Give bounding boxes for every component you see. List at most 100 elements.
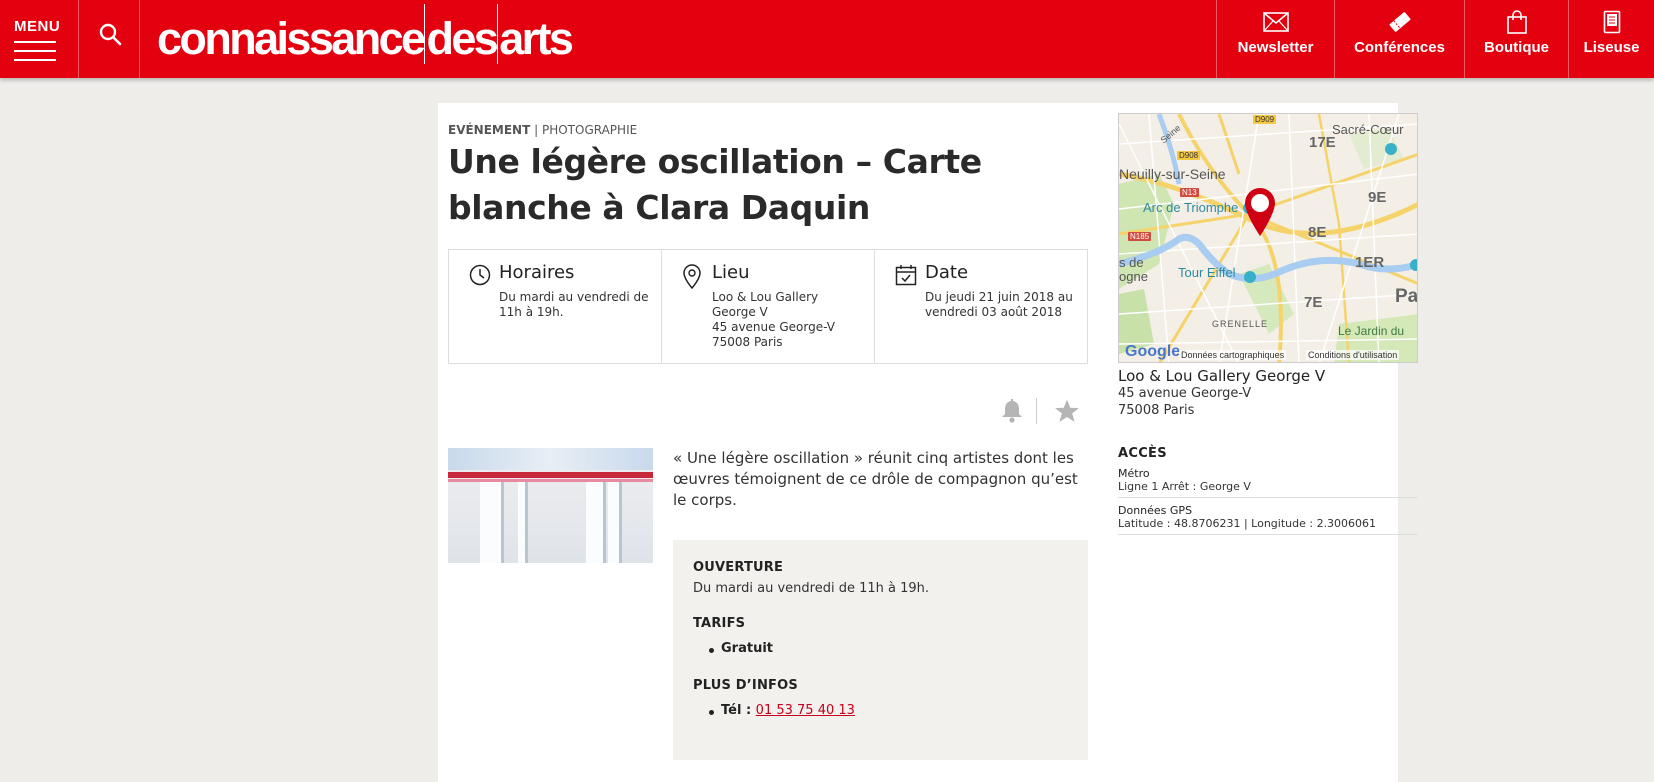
- lieu-line: 45 avenue George-V: [712, 320, 835, 334]
- image-red-stripe: [448, 472, 653, 478]
- ouverture-heading: OUVERTURE: [693, 560, 784, 575]
- category-link[interactable]: EVÉNEMENT: [448, 123, 530, 137]
- star-icon[interactable]: [1054, 398, 1080, 424]
- event-card: EVÉNEMENT | PHOTOGRAPHIE Une légère osci…: [438, 103, 1418, 782]
- hamburger-line: [14, 50, 56, 52]
- hamburger-line: [14, 41, 56, 43]
- breadcrumb: EVÉNEMENT | PHOTOGRAPHIE: [448, 123, 638, 137]
- nav-liseuse[interactable]: Liseuse: [1568, 0, 1654, 78]
- shopping-bag-icon: [1506, 10, 1527, 34]
- map-label: 9E: [1368, 189, 1387, 206]
- road-shield: N185: [1128, 232, 1152, 241]
- nav-conferences-label: Conférences: [1354, 39, 1445, 56]
- lieu-value: Loo & Lou Gallery George V 45 avenue Geo…: [712, 290, 862, 350]
- map-label: s de ogne: [1119, 255, 1148, 284]
- metro-value: Ligne 1 Arrêt : George V: [1118, 480, 1251, 493]
- map-label: Pa: [1395, 286, 1418, 307]
- venue-city: 75008 Paris: [1118, 403, 1195, 418]
- map-label: 8E: [1308, 224, 1327, 241]
- search-button[interactable]: [79, 0, 140, 78]
- menu-button[interactable]: MENU: [0, 0, 79, 78]
- event-description: « Une légère oscillation » réunit cinq a…: [673, 449, 1078, 509]
- venue-block: Loo & Lou Gallery George V 45 avenue Geo…: [1118, 367, 1418, 419]
- image-sky: [448, 448, 653, 470]
- nav-newsletter[interactable]: Newsletter: [1216, 0, 1334, 78]
- menu-label: MENU: [14, 18, 61, 35]
- phone-label: Tél :: [721, 703, 752, 718]
- ereader-icon: [1603, 10, 1620, 34]
- info-lieu: Lieu Loo & Lou Gallery George V 45 avenu…: [662, 250, 875, 363]
- date-value: Du jeudi 21 juin 2018 au vendredi 03 aoû…: [925, 290, 1075, 320]
- image-pillar: [480, 482, 504, 563]
- map-label: 17E: [1309, 134, 1336, 151]
- map-footer: Google Données cartographiques Condition…: [1119, 343, 1417, 362]
- venue-name[interactable]: Loo & Lou Gallery George V: [1118, 367, 1418, 385]
- ouverture-value: Du mardi au vendredi de 11h à 19h.: [693, 581, 930, 596]
- horaires-value: Du mardi au vendredi de 11h à 19h.: [499, 290, 649, 319]
- logo-divider: [497, 4, 499, 64]
- lieu-line: George V: [712, 305, 768, 319]
- image-pillar: [608, 482, 622, 563]
- hamburger-line: [14, 59, 56, 61]
- event-actions: [988, 396, 1088, 426]
- map-label: GRENELLE: [1212, 319, 1269, 329]
- search-icon: [99, 23, 122, 46]
- subcategory-link[interactable]: PHOTOGRAPHIE: [542, 123, 637, 137]
- image-pillar: [586, 482, 606, 563]
- logo-divider: [424, 4, 426, 64]
- info-date: Date Du jeudi 21 juin 2018 au vendredi 0…: [875, 250, 1087, 363]
- page-title: Une légère oscillation – Carte blanche à…: [448, 142, 982, 227]
- horaires-heading: Horaires: [499, 262, 575, 283]
- date-line: Du jeudi 21 juin 2018 au: [925, 290, 1073, 304]
- clock-icon: [469, 264, 491, 286]
- tarifs-list: Gratuit: [693, 641, 1068, 656]
- road-shield: N13: [1180, 188, 1199, 197]
- logo-word-arts: arts: [499, 13, 574, 64]
- map-label: Arc de Triomphe: [1143, 200, 1239, 215]
- logo-word-des: des: [426, 13, 498, 64]
- phone-link[interactable]: 01 53 75 40 13: [756, 703, 855, 718]
- image-pillar: [518, 482, 528, 563]
- bell-icon[interactable]: [1000, 398, 1024, 424]
- gps-value: Latitude : 48.8706231 | Longitude : 2.30…: [1118, 517, 1377, 530]
- road-shield: D908: [1177, 151, 1201, 160]
- location-pin-icon: [683, 264, 701, 290]
- map-data-link[interactable]: Données cartographiques: [1179, 350, 1287, 360]
- tarifs-heading: TARIFS: [693, 616, 746, 631]
- venue-address: 45 avenue George-V: [1118, 386, 1252, 401]
- gps-label: Données GPS: [1118, 504, 1193, 517]
- map-marker-icon: [1245, 188, 1275, 236]
- phone-item: Tél : 01 53 75 40 13: [693, 703, 1068, 718]
- event-image: [448, 448, 653, 563]
- map-terms-link[interactable]: Conditions d'utilisation: [1306, 350, 1400, 360]
- lieu-line: 75008 Paris: [712, 335, 783, 349]
- date-heading: Date: [925, 262, 969, 283]
- nav-conferences[interactable]: Conférences: [1334, 0, 1464, 78]
- map-label: Neuilly-sur-Seine: [1119, 166, 1226, 182]
- calendar-icon: [895, 265, 917, 286]
- logo-word-connaissance: connaissance: [157, 13, 426, 64]
- date-line: vendredi 03 août 2018: [925, 305, 1062, 319]
- nav-liseuse-label: Liseuse: [1583, 39, 1640, 56]
- map-label: 1ER: [1355, 254, 1385, 271]
- practical-info-box: OUVERTURE Du mardi au vendredi de 11h à …: [673, 540, 1088, 760]
- map-label: Le Jardin du: [1338, 324, 1405, 338]
- envelope-icon: [1262, 12, 1289, 32]
- acces-heading: ACCÈS: [1118, 446, 1167, 461]
- map-label: 7E: [1304, 294, 1323, 311]
- google-logo: Google: [1125, 343, 1181, 360]
- event-info-box: Horaires Du mardi au vendredi de 11h à 1…: [448, 249, 1088, 364]
- infos-list: Tél : 01 53 75 40 13: [693, 703, 1068, 718]
- site-header: MENU connaissancedesarts Newsletter Conf…: [0, 0, 1654, 78]
- lieu-heading: Lieu: [712, 262, 750, 283]
- nav-newsletter-label: Newsletter: [1237, 39, 1314, 56]
- nav-boutique[interactable]: Boutique: [1464, 0, 1568, 78]
- access-block: ACCÈS Métro Ligne 1 Arrêt : George V Don…: [1118, 446, 1418, 535]
- gps-row: Données GPS Latitude : 48.8706231 | Long…: [1118, 498, 1418, 535]
- lieu-line: Loo & Lou Gallery: [712, 290, 819, 304]
- location-map[interactable]: Sacré-Cœur 17E Neuilly-sur-Seine 9E Arc …: [1118, 113, 1418, 363]
- tarif-item: Gratuit: [693, 641, 1068, 656]
- site-logo[interactable]: connaissancedesarts: [157, 4, 574, 66]
- ticket-icon: [1389, 12, 1410, 32]
- metro-label: Métro: [1118, 467, 1150, 480]
